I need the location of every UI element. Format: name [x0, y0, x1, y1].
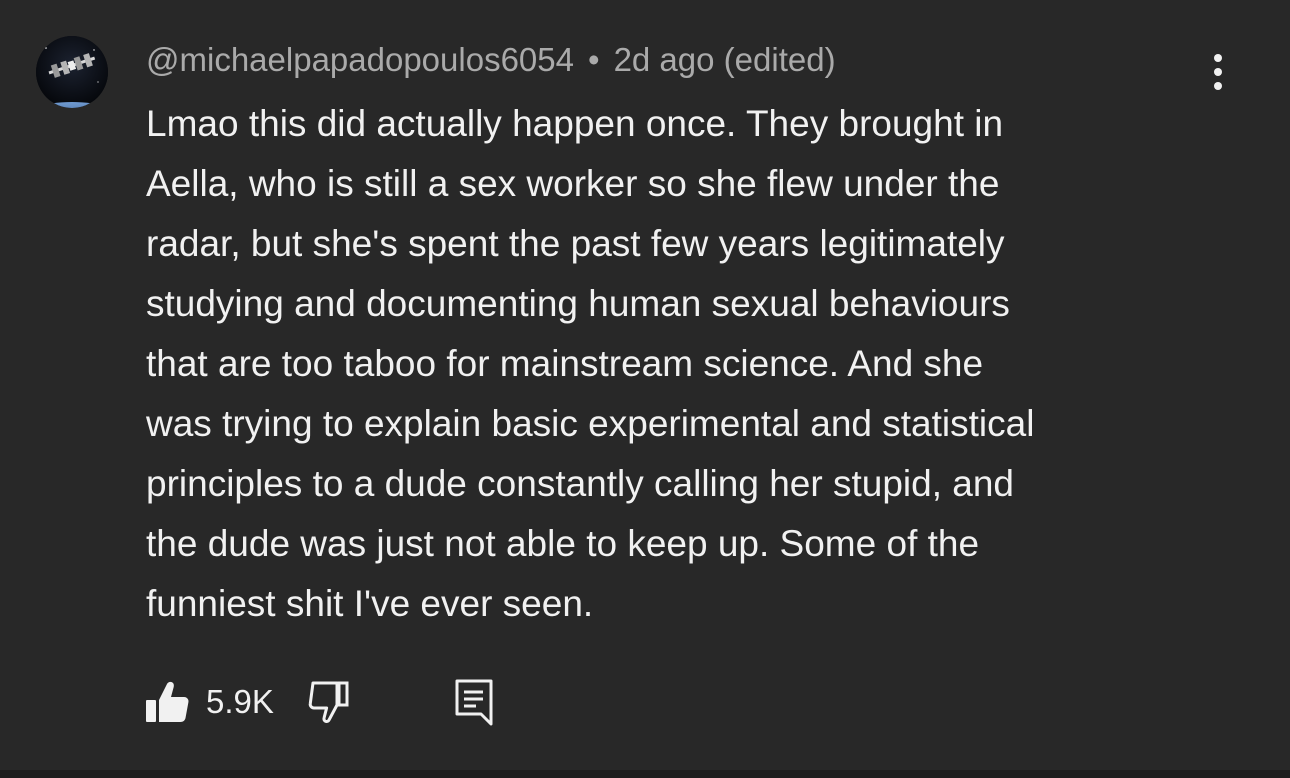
thumbs-down-outline-icon: [308, 681, 349, 723]
comment-text: Lmao this did actually happen once. They…: [146, 103, 1035, 624]
comment-actions: 5.9K: [144, 676, 494, 728]
comment-reply-icon: [455, 679, 493, 726]
like-button[interactable]: [144, 680, 190, 724]
comment-header: @michaelpapadopoulos6054 • 2d ago (edite…: [146, 40, 836, 80]
dislike-button[interactable]: [308, 680, 350, 724]
reply-button[interactable]: [454, 678, 494, 726]
comment-timestamp: 2d ago (edited): [613, 41, 836, 78]
separator-dot: •: [588, 41, 600, 78]
author-avatar[interactable]: [36, 36, 108, 108]
thumbs-up-filled-icon: [146, 681, 189, 722]
more-options-button[interactable]: [1198, 50, 1238, 94]
comment-card: @michaelpapadopoulos6054 • 2d ago (edite…: [0, 0, 1290, 770]
more-vertical-icon: [1214, 54, 1222, 90]
author-handle[interactable]: @michaelpapadopoulos6054: [146, 41, 574, 79]
bottom-divider: [0, 770, 1290, 778]
space-station-avatar-icon: [36, 36, 108, 108]
like-count: 5.9K: [206, 683, 274, 720]
